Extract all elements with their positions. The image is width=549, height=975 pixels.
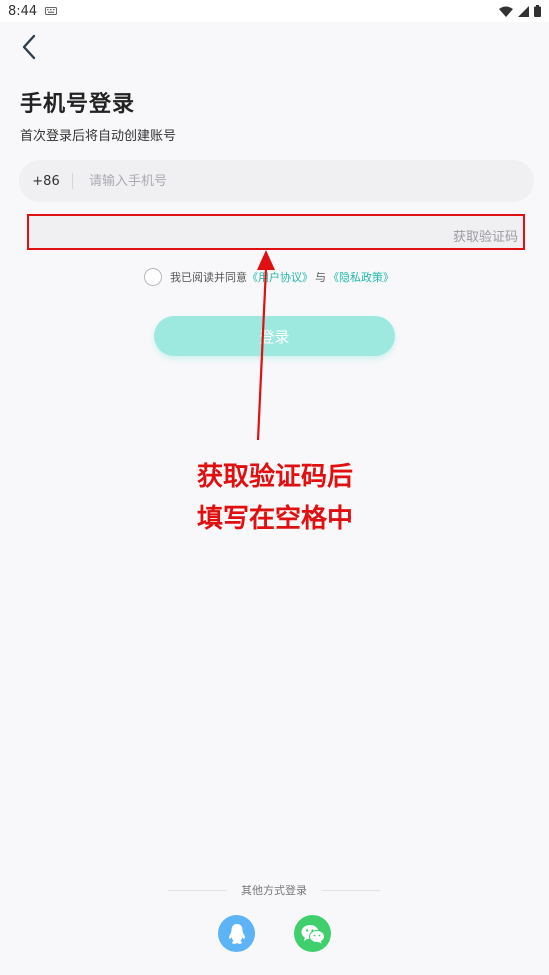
page-title: 手机号登录 <box>20 92 136 117</box>
login-button[interactable]: 登录 <box>154 316 395 356</box>
user-agreement-link[interactable]: 《用户协议》 <box>247 269 313 285</box>
other-login-divider: 其他方式登录 <box>168 882 380 898</box>
wechat-login-button[interactable] <box>294 915 331 952</box>
phone-input[interactable] <box>89 173 534 189</box>
back-button[interactable] <box>14 32 44 62</box>
wechat-icon <box>301 924 325 943</box>
status-bar: 8:44 <box>0 0 549 22</box>
annotation-line-2: 填写在空格中 <box>196 504 353 534</box>
divider-line-right <box>321 889 380 891</box>
verification-code-input[interactable] <box>29 215 453 249</box>
phone-field-row: +86 <box>19 160 534 202</box>
agreement-checkbox[interactable] <box>144 268 162 286</box>
signal-icon <box>518 5 529 17</box>
get-code-button[interactable]: 获取验证码 <box>453 226 518 245</box>
qq-icon <box>228 923 245 944</box>
chevron-left-icon <box>22 34 36 60</box>
status-time: 8:44 <box>8 3 38 19</box>
agreement-row: 我已阅读并同意 《用户协议》 与 《隐私政策》 <box>144 268 394 286</box>
annotation-line-1: 获取验证码后 <box>196 462 353 492</box>
divider-line-left <box>168 889 227 891</box>
page-subtitle: 首次登录后将自动创建账号 <box>20 129 177 144</box>
keyboard-icon <box>45 7 58 15</box>
privacy-policy-link[interactable]: 《隐私政策》 <box>328 269 394 285</box>
agreement-and: 与 <box>315 271 326 284</box>
qq-login-button[interactable] <box>218 915 255 952</box>
phone-divider <box>72 173 73 189</box>
wifi-icon <box>499 6 513 17</box>
other-login-label: 其他方式登录 <box>241 884 307 897</box>
annotation-text: 获取验证码后 填写在空格中 <box>165 456 385 540</box>
country-code-selector[interactable]: +86 <box>20 174 72 189</box>
agreement-prefix: 我已阅读并同意 <box>170 271 247 284</box>
verification-code-row: 获取验证码 <box>27 214 525 250</box>
battery-icon <box>534 5 541 17</box>
